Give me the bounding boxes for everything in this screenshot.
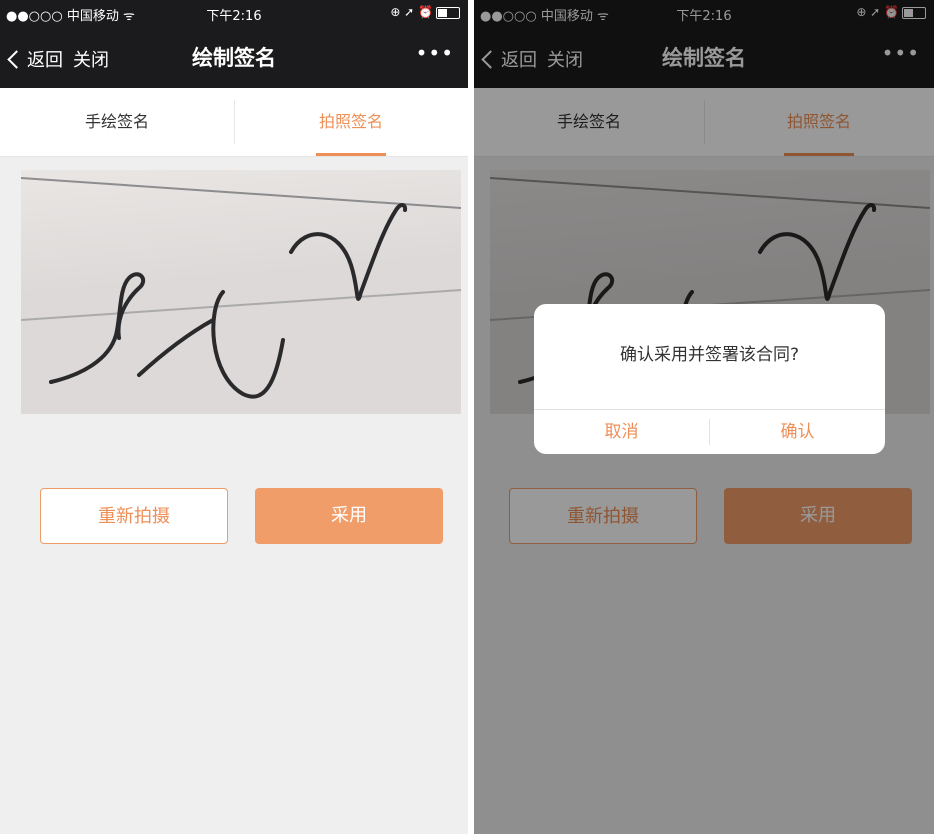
- signature-tabs: 手绘签名 拍照签名: [0, 88, 468, 157]
- confirm-dialog: 确认采用并签署该合同? 取消 确认: [534, 304, 885, 454]
- battery-icon: [436, 6, 460, 19]
- nav-bar: 返回 关闭 绘制签名 •••: [0, 26, 468, 88]
- tab-label: 手绘签名: [84, 112, 149, 131]
- tab-hand-drawn-signature[interactable]: 手绘签名: [0, 88, 234, 156]
- phone-screen-confirm-dialog: ●●○○○ 中国移动 ᯤ 下午2:16 ⊕ ➚ ⏰ 返回 关闭 绘制签名 ••• …: [474, 0, 934, 834]
- more-menu-button[interactable]: •••: [416, 41, 454, 65]
- dialog-confirm-button[interactable]: 确认: [710, 410, 885, 454]
- status-icons: ⊕ ➚ ⏰: [390, 5, 460, 19]
- status-icons-glyphs: ⊕ ➚ ⏰: [390, 5, 433, 19]
- tab-photo-signature[interactable]: 拍照签名: [234, 88, 468, 156]
- signature-photo: [21, 170, 461, 414]
- tab-label: 拍照签名: [318, 112, 383, 131]
- page-title: 绘制签名: [192, 46, 276, 70]
- status-bar: ●●○○○ 中国移动 ᯤ 下午2:16 ⊕ ➚ ⏰: [0, 0, 468, 26]
- active-tab-indicator: [316, 153, 386, 156]
- retake-photo-button[interactable]: 重新拍摄: [40, 488, 228, 544]
- phone-screen-before-confirm: ●●○○○ 中国移动 ᯤ 下午2:16 ⊕ ➚ ⏰ 返回 关闭 绘制签名 ••• …: [0, 0, 468, 834]
- screenshot-pair: ●●○○○ 中国移动 ᯤ 下午2:16 ⊕ ➚ ⏰ 返回 关闭 绘制签名 ••• …: [0, 0, 934, 834]
- use-signature-button[interactable]: 采用: [255, 488, 443, 544]
- dialog-message: 确认采用并签署该合同?: [619, 345, 800, 365]
- signature-photo-drawing: [21, 177, 461, 399]
- dialog-cancel-button[interactable]: 取消: [534, 410, 709, 454]
